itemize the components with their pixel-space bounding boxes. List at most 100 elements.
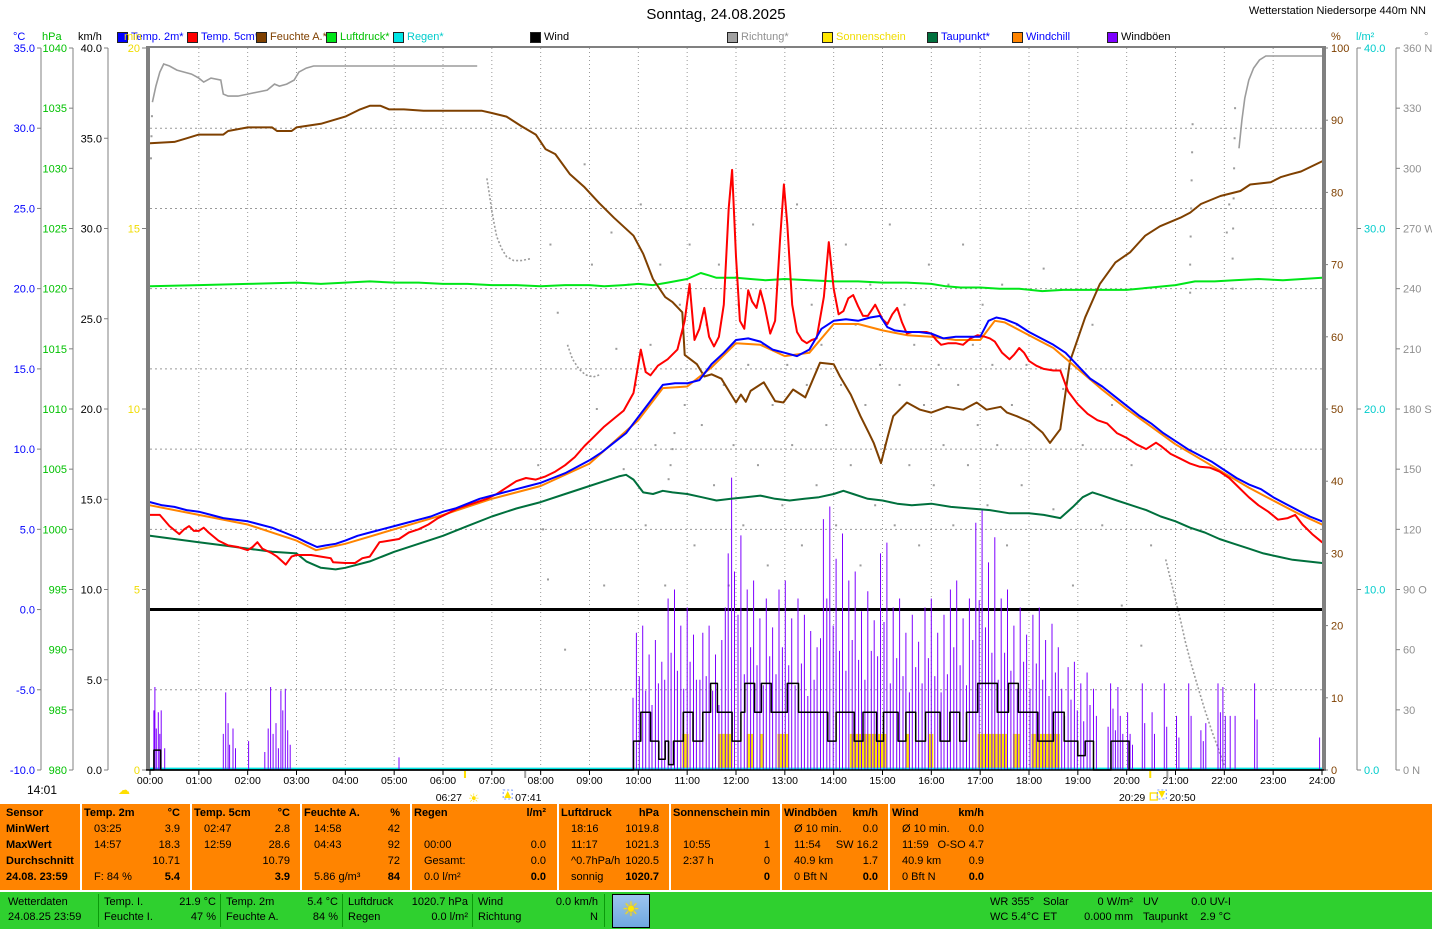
series-direction-dot	[869, 283, 872, 286]
table-row-label: Durchschnitt	[6, 855, 74, 867]
series-direction-dot	[1006, 544, 1009, 547]
axis-label-wind: 20.0	[81, 404, 102, 416]
table-cell-value: O-SO 4.7	[937, 839, 984, 851]
series-direction-dot	[918, 544, 921, 547]
series-direction-dot	[639, 203, 642, 206]
axis-label-dir: 300	[1403, 163, 1421, 175]
table-row-label: 24.08. 23:59	[6, 871, 68, 883]
series-direction-dot	[1052, 508, 1055, 511]
stats-table: Sensor MinWert MaxWert Durchschnitt 24.08. 2…	[0, 804, 1432, 890]
table-col-unit: °C	[277, 807, 290, 819]
series-direction-dot	[805, 383, 808, 386]
series-direction-dot	[1025, 363, 1028, 366]
status-value: 0.0 km/h	[555, 896, 598, 908]
table-cell-value: 0.0	[862, 871, 878, 883]
plot-border-left	[146, 46, 150, 770]
axis-label-rain: 0.0	[1364, 765, 1379, 777]
table-separator	[669, 804, 671, 890]
axis-unit-sun: min	[124, 31, 142, 43]
series-direction-dot	[556, 311, 559, 314]
series-direction-dot	[781, 504, 784, 507]
table-col-unit: min	[750, 807, 770, 819]
table-cell-value: SW 16.2	[835, 839, 878, 851]
status-value: 0.0 l/m²	[431, 911, 468, 923]
series-direction-dot	[879, 363, 882, 366]
series-direction-dot	[595, 408, 598, 410]
x-hour-label: 08:00	[528, 775, 554, 787]
series-direction-trail	[566, 344, 600, 378]
table-cell-value: 3.9	[164, 823, 180, 835]
axis-label-temp: 20.0	[14, 284, 35, 296]
status-separator	[98, 894, 99, 927]
sun-end-label: 20:29	[1119, 792, 1145, 802]
table-cell-value: 92	[387, 839, 400, 851]
x-hour-label: 04:00	[332, 775, 358, 787]
table-separator	[557, 804, 559, 890]
table-separator	[300, 804, 302, 890]
sun-marker-tick	[1166, 771, 1169, 778]
status-value: 0 W/m²	[1097, 896, 1133, 908]
series-direction-dot	[654, 444, 657, 447]
table-separator	[410, 804, 412, 890]
series-direction-dot	[546, 578, 549, 581]
series-direction-dot	[1091, 323, 1094, 326]
series-direction-dot	[1071, 584, 1074, 587]
axis-label-humidity: 60	[1331, 332, 1343, 344]
axis-label-pressure: 985	[49, 705, 67, 717]
table-separator	[888, 804, 890, 890]
table-row-label: MaxWert	[6, 839, 52, 851]
axis-label-pressure: 1015	[43, 344, 67, 356]
series-direction-dot	[1231, 287, 1234, 290]
series-direction-dot	[796, 203, 799, 206]
series-direction-dot	[700, 424, 703, 427]
series-direction-dot	[688, 243, 691, 246]
table-cell-value: 1020.5	[625, 855, 659, 867]
series-direction-trail	[1164, 559, 1226, 767]
series-direction-dot	[1225, 231, 1228, 234]
series-direction-dot	[649, 343, 652, 346]
series-direction-dot	[1234, 107, 1237, 110]
series-direction-dot	[1233, 167, 1236, 170]
axis-label-pressure: 1035	[43, 103, 67, 115]
x-hour-label: 22:00	[1211, 775, 1237, 787]
status-value: 47 %	[190, 911, 216, 923]
series-temp-5cm	[149, 168, 1323, 566]
series-direction-dot	[1189, 291, 1192, 294]
axis-label-dir: 180 S	[1403, 404, 1432, 416]
series-direction-dot	[1020, 484, 1023, 487]
series-direction-dot	[1150, 544, 1153, 547]
series-direction-dot	[1130, 464, 1133, 467]
series-direction-trail	[486, 178, 532, 262]
axis-label-pressure: 1000	[43, 524, 67, 536]
x-hour-label: 20:00	[1114, 775, 1140, 787]
series-direction-dot	[564, 648, 567, 651]
status-value: 0.000 mm	[1084, 911, 1133, 923]
axis-label-wind: 30.0	[81, 224, 102, 236]
axis-label-wind: 5.0	[87, 675, 102, 687]
series-direction-dot	[717, 263, 720, 266]
axis-label-humidity: 100	[1331, 43, 1349, 55]
sun-marker-tick	[463, 771, 466, 778]
status-value: N	[590, 911, 598, 923]
table-separator	[190, 804, 192, 890]
table-col-unit: °C	[167, 807, 180, 819]
x-hour-label: 03:00	[283, 775, 309, 787]
table-cell-value: 1	[763, 839, 770, 851]
series-direction-dot	[913, 343, 916, 346]
axis-label-humidity: 0	[1331, 765, 1337, 777]
series-direction-trail	[1238, 55, 1322, 149]
series-direction-dot	[1062, 387, 1065, 390]
series-direction-dot	[732, 444, 735, 447]
series-direction-dot	[800, 544, 803, 547]
x-hour-label: 07:00	[479, 775, 505, 787]
series-windchill	[149, 319, 1323, 552]
series-direction-dot	[1189, 263, 1192, 266]
sunset-arrow-icon	[1158, 791, 1166, 798]
series-direction-dot	[149, 157, 152, 160]
plot-border-top	[146, 46, 1326, 48]
table-cell-value: 84	[387, 871, 400, 883]
series-direction-dot	[825, 424, 828, 427]
axis-label-sun: 0	[134, 765, 140, 777]
series-direction-dot	[1042, 267, 1045, 270]
series-direction-dot	[971, 343, 974, 346]
